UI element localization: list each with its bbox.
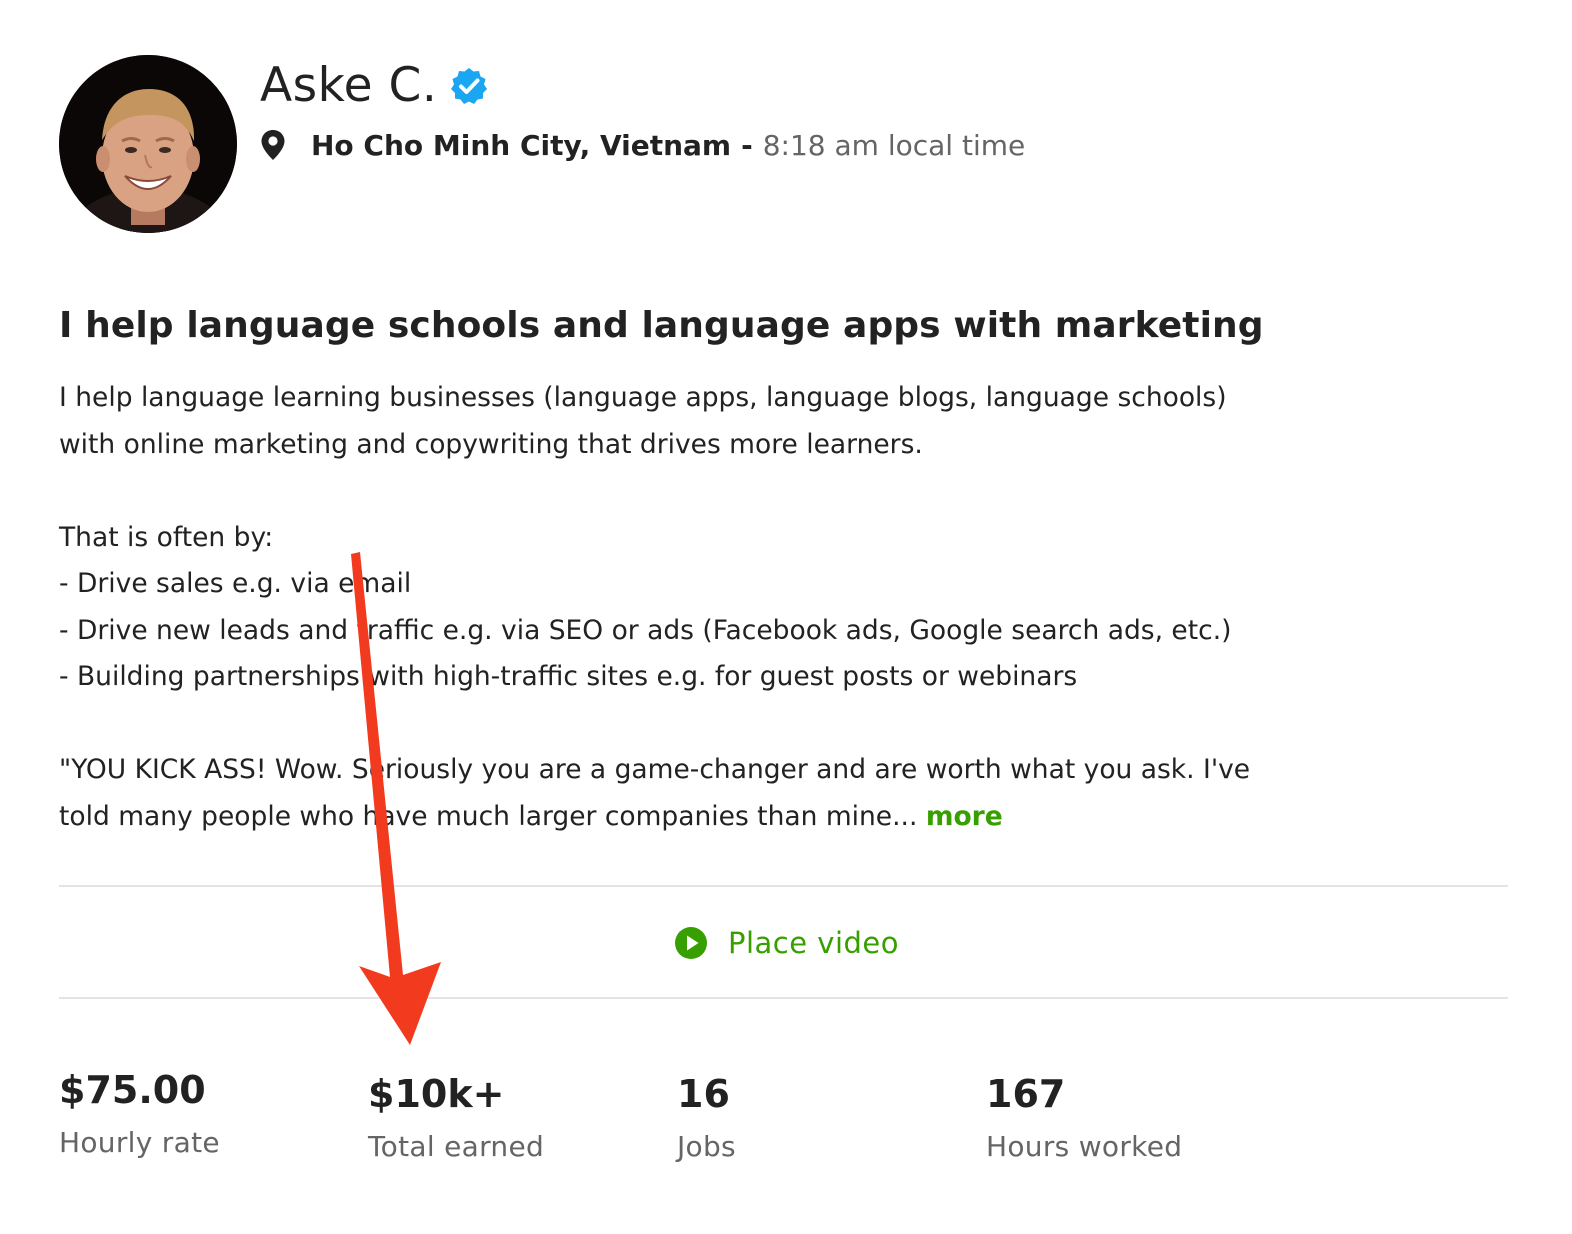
- play-circle-icon: [674, 926, 708, 960]
- local-time: 8:18 am local time: [762, 128, 1026, 162]
- stat-value: $75.00: [59, 1068, 206, 1112]
- verified-check-icon: [449, 66, 489, 106]
- more-link[interactable]: more: [926, 801, 1003, 832]
- stat-label: Jobs: [677, 1130, 736, 1163]
- stat-label: Total earned: [368, 1130, 545, 1163]
- location-text: Ho Cho Minh City, Vietnam: [311, 128, 732, 162]
- stat-total-earned: $10k+ Total earned: [368, 1068, 544, 1163]
- place-video-button[interactable]: Place video: [674, 926, 899, 960]
- stat-hourly-rate: $75.00 Hourly rate: [59, 1064, 220, 1159]
- overview-line: - Building partnerships with high-traffi…: [59, 661, 1078, 692]
- overview-line: told many people who have much larger co…: [59, 800, 918, 832]
- overview-line: I help language learning businesses (lan…: [59, 382, 1227, 413]
- place-video-label: Place video: [727, 925, 900, 960]
- divider: [59, 997, 1508, 999]
- avatar: [59, 55, 237, 233]
- overview-line: - Drive new leads and traffic e.g. via S…: [59, 614, 1232, 646]
- overview-last-line: told many people who have much larger co…: [59, 794, 1509, 841]
- stat-label: Hourly rate: [59, 1126, 220, 1159]
- overview-line: That is often by:: [59, 521, 274, 553]
- stat-value: $10k+: [368, 1072, 505, 1116]
- location-separator: -: [741, 128, 753, 162]
- profile-title: I help language schools and language app…: [59, 305, 1264, 346]
- profile-overview: I help language learning businesses (lan…: [59, 375, 1509, 840]
- stat-label: Hours worked: [986, 1130, 1183, 1163]
- overview-line: with online marketing and copywriting th…: [59, 428, 923, 460]
- profile-name: Aske C.: [260, 58, 438, 113]
- stat-jobs: 16 Jobs: [677, 1068, 736, 1163]
- stat-value: 167: [986, 1072, 1066, 1116]
- overview-line: "YOU KICK ASS! Wow. Seriously you are a …: [59, 754, 1251, 785]
- stat-hours-worked: 167 Hours worked: [986, 1068, 1182, 1163]
- map-pin-icon: [260, 129, 286, 161]
- stat-value: 16: [677, 1072, 730, 1116]
- overview-line: - Drive sales e.g. via email: [59, 568, 412, 599]
